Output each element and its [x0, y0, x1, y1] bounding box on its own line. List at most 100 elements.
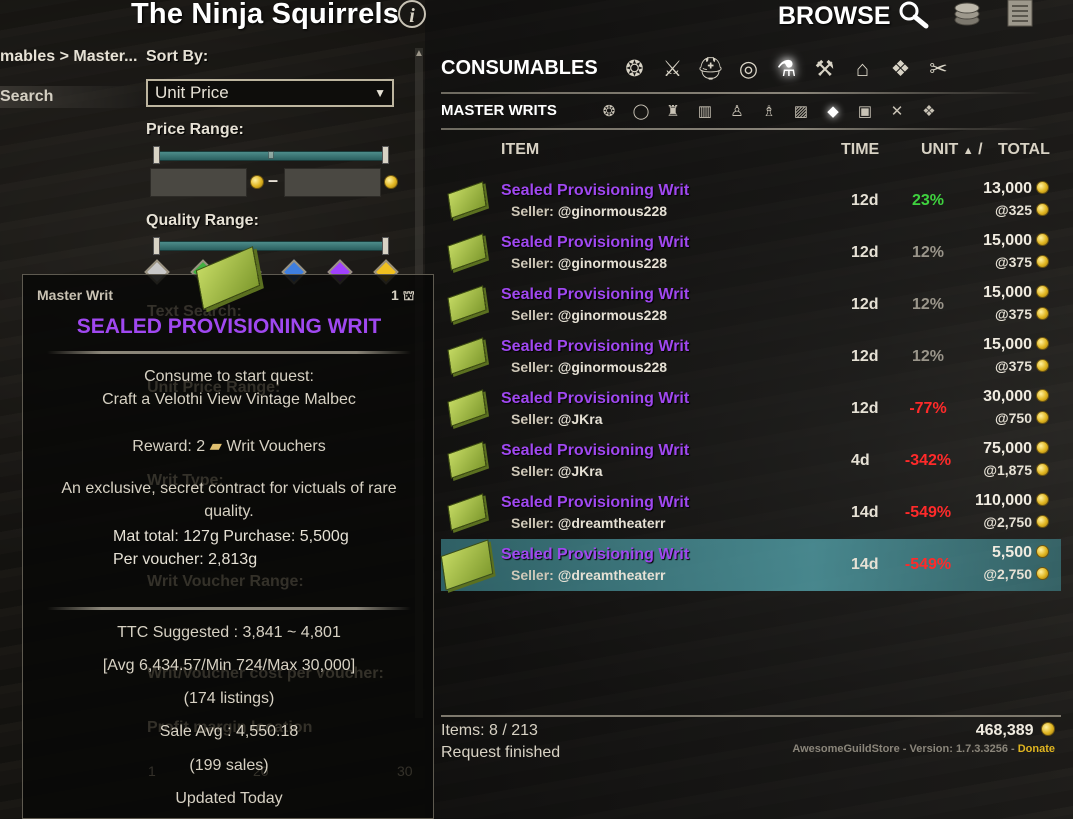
armor-icon[interactable]: ⛑ — [694, 52, 727, 85]
subcategory-divider — [441, 128, 1041, 130]
table-row[interactable]: Sealed Provisioning Writ Seller: @dreamth… — [441, 487, 1061, 539]
table-row[interactable]: Sealed Provisioning Writ Seller: @ginormo… — [441, 227, 1061, 279]
search-label[interactable]: Search — [0, 86, 140, 108]
gold-coin-icon — [1036, 567, 1049, 580]
seller-name[interactable]: @JKra — [558, 463, 603, 479]
seller: Seller: @ginormous228 — [511, 255, 667, 271]
total-price: 110,000 — [975, 492, 1049, 510]
tooltip-title: SEALED PROVISIONING WRIT — [76, 315, 382, 338]
time-left: 4d — [851, 452, 870, 469]
tooltip-quest-line: Craft a Velothi View Vintage Malbec — [102, 391, 356, 408]
item-name[interactable]: Sealed Provisioning Writ — [501, 234, 689, 252]
materials-icon[interactable]: ⚒ — [808, 52, 841, 85]
item-name[interactable]: Sealed Provisioning Writ — [501, 390, 689, 408]
weapons-icon[interactable]: ⚔ — [656, 52, 689, 85]
item-name[interactable]: Sealed Provisioning Writ — [501, 494, 689, 512]
subcategory-title: MASTER WRITS — [441, 102, 557, 119]
search-icon[interactable] — [896, 0, 930, 29]
gold-coin-icon — [250, 175, 264, 189]
ttc-sales: (199 sales) — [189, 757, 269, 774]
quality-max-handle[interactable] — [382, 237, 389, 255]
seller: Seller: @dreamtheaterr — [511, 567, 666, 583]
total-price: 15,000 — [983, 336, 1049, 354]
blacksmith-writ-icon[interactable]: ♜ — [658, 99, 688, 123]
item-name[interactable]: Sealed Provisioning Writ — [501, 338, 689, 356]
info-icon[interactable]: i — [398, 0, 426, 28]
seller-name[interactable]: @ginormous228 — [558, 307, 667, 323]
unit-price: @2,750 — [983, 566, 1049, 582]
table-row[interactable]: Sealed Provisioning Writ Seller: @ginormo… — [441, 175, 1061, 227]
gold-coin-icon — [384, 175, 398, 189]
misc-writ-icon[interactable]: ❖ — [914, 99, 944, 123]
sort-ascending-icon: ▲ — [962, 145, 974, 157]
coins-icon[interactable] — [950, 0, 984, 28]
price-min-handle[interactable] — [153, 146, 160, 164]
quality-min-handle[interactable] — [153, 237, 160, 255]
quality-range-slider[interactable] — [156, 241, 388, 251]
unit-price: @325 — [995, 202, 1049, 218]
price-min-field[interactable] — [150, 168, 247, 197]
table-row[interactable]: Sealed Provisioning Writ Seller: @JKra 12d… — [441, 383, 1061, 435]
woodworking-writ-icon[interactable]: ◆ — [818, 99, 848, 123]
breadcrumb[interactable]: mables > Master... — [0, 48, 140, 70]
price-max-field[interactable] — [284, 168, 381, 197]
crafting-icon[interactable]: ✂ — [922, 52, 955, 85]
consumables-icon[interactable]: ⚗ — [770, 52, 803, 85]
column-total[interactable]: TOTAL — [998, 141, 1050, 159]
column-time[interactable]: TIME — [841, 141, 879, 159]
column-unit[interactable]: UNIT ▲ / — [921, 141, 983, 159]
table-row[interactable]: Sealed Provisioning Writ Seller: @ginormo… — [441, 331, 1061, 383]
furnishing-icon[interactable]: ⌂ — [846, 52, 879, 85]
enchanter-writ-icon[interactable]: ♙ — [722, 99, 752, 123]
seller-label: Seller: — [511, 515, 554, 531]
all-items-icon[interactable]: ❂ — [618, 52, 651, 85]
column-item[interactable]: ITEM — [501, 141, 539, 159]
ttc-suggested: TTC Suggested : 3,841 ~ 4,801 — [117, 624, 341, 641]
seller-name[interactable]: @dreamtheaterr — [558, 567, 666, 583]
scroll-up-arrow-icon[interactable]: ▲ — [414, 48, 424, 62]
unit-price-margin: 12% — [911, 296, 945, 313]
all-writs-icon[interactable]: ❂ — [594, 99, 624, 123]
bank-writ-icon[interactable]: ▣ — [850, 99, 880, 123]
jewelry-writ-icon[interactable]: ◯ — [626, 99, 656, 123]
item-name[interactable]: Sealed Provisioning Writ — [501, 442, 689, 460]
alchemy-writ-icon[interactable]: ♗ — [754, 99, 784, 123]
writ-scroll-icon — [447, 233, 487, 271]
total-price-value: 15,000 — [983, 284, 1032, 301]
list-icon[interactable] — [1003, 0, 1037, 28]
guild-name[interactable]: The Ninja Squirrels — [131, 0, 399, 31]
writ-scroll-icon — [440, 539, 494, 591]
gold-balance-value: 468,389 — [975, 722, 1034, 739]
item-name[interactable]: Sealed Provisioning Writ — [501, 182, 689, 200]
sort-select[interactable]: Unit Price ▼ — [146, 79, 394, 107]
browse-title: BROWSE — [778, 2, 891, 30]
tooltip-divider — [47, 607, 411, 610]
seller-name[interactable]: @dreamtheaterr — [558, 515, 666, 531]
seller-name[interactable]: @ginormous228 — [558, 255, 667, 271]
provisioning-writ-icon[interactable]: ▨ — [786, 99, 816, 123]
gold-coin-icon — [1036, 337, 1049, 350]
seller-name[interactable]: @ginormous228 — [558, 203, 667, 219]
gold-coin-icon — [1036, 441, 1049, 454]
total-price-value: 5,500 — [991, 544, 1032, 561]
tools-writ-icon[interactable]: ✕ — [882, 99, 912, 123]
item-name[interactable]: Sealed Provisioning Writ — [501, 286, 689, 304]
seller-label: Seller: — [511, 463, 554, 479]
misc-icon[interactable]: ❖ — [884, 52, 917, 85]
price-max-handle[interactable] — [382, 146, 389, 164]
unit-price-value: @2,750 — [983, 566, 1032, 582]
jewelry-icon[interactable]: ◎ — [732, 52, 765, 85]
item-name[interactable]: Sealed Provisioning Writ — [501, 546, 689, 564]
writ-scroll-icon — [447, 493, 487, 531]
gold-coin-icon — [1036, 203, 1049, 216]
table-row[interactable]: Sealed Provisioning Writ Seller: @dreamth… — [440, 539, 1061, 591]
table-row[interactable]: Sealed Provisioning Writ Seller: @JKra 4d -… — [441, 435, 1061, 487]
clothier-writ-icon[interactable]: ▥ — [690, 99, 720, 123]
seller-name[interactable]: @JKra — [558, 411, 603, 427]
seller-name[interactable]: @ginormous228 — [558, 359, 667, 375]
addon-version-text: AwesomeGuildStore - Version: 1.7.3.3256 … — [792, 743, 1015, 755]
time-left: 12d — [851, 244, 879, 261]
unit-price: @750 — [995, 410, 1049, 426]
donate-link[interactable]: Donate — [1018, 743, 1055, 755]
table-row[interactable]: Sealed Provisioning Writ Seller: @ginormo… — [441, 279, 1061, 331]
